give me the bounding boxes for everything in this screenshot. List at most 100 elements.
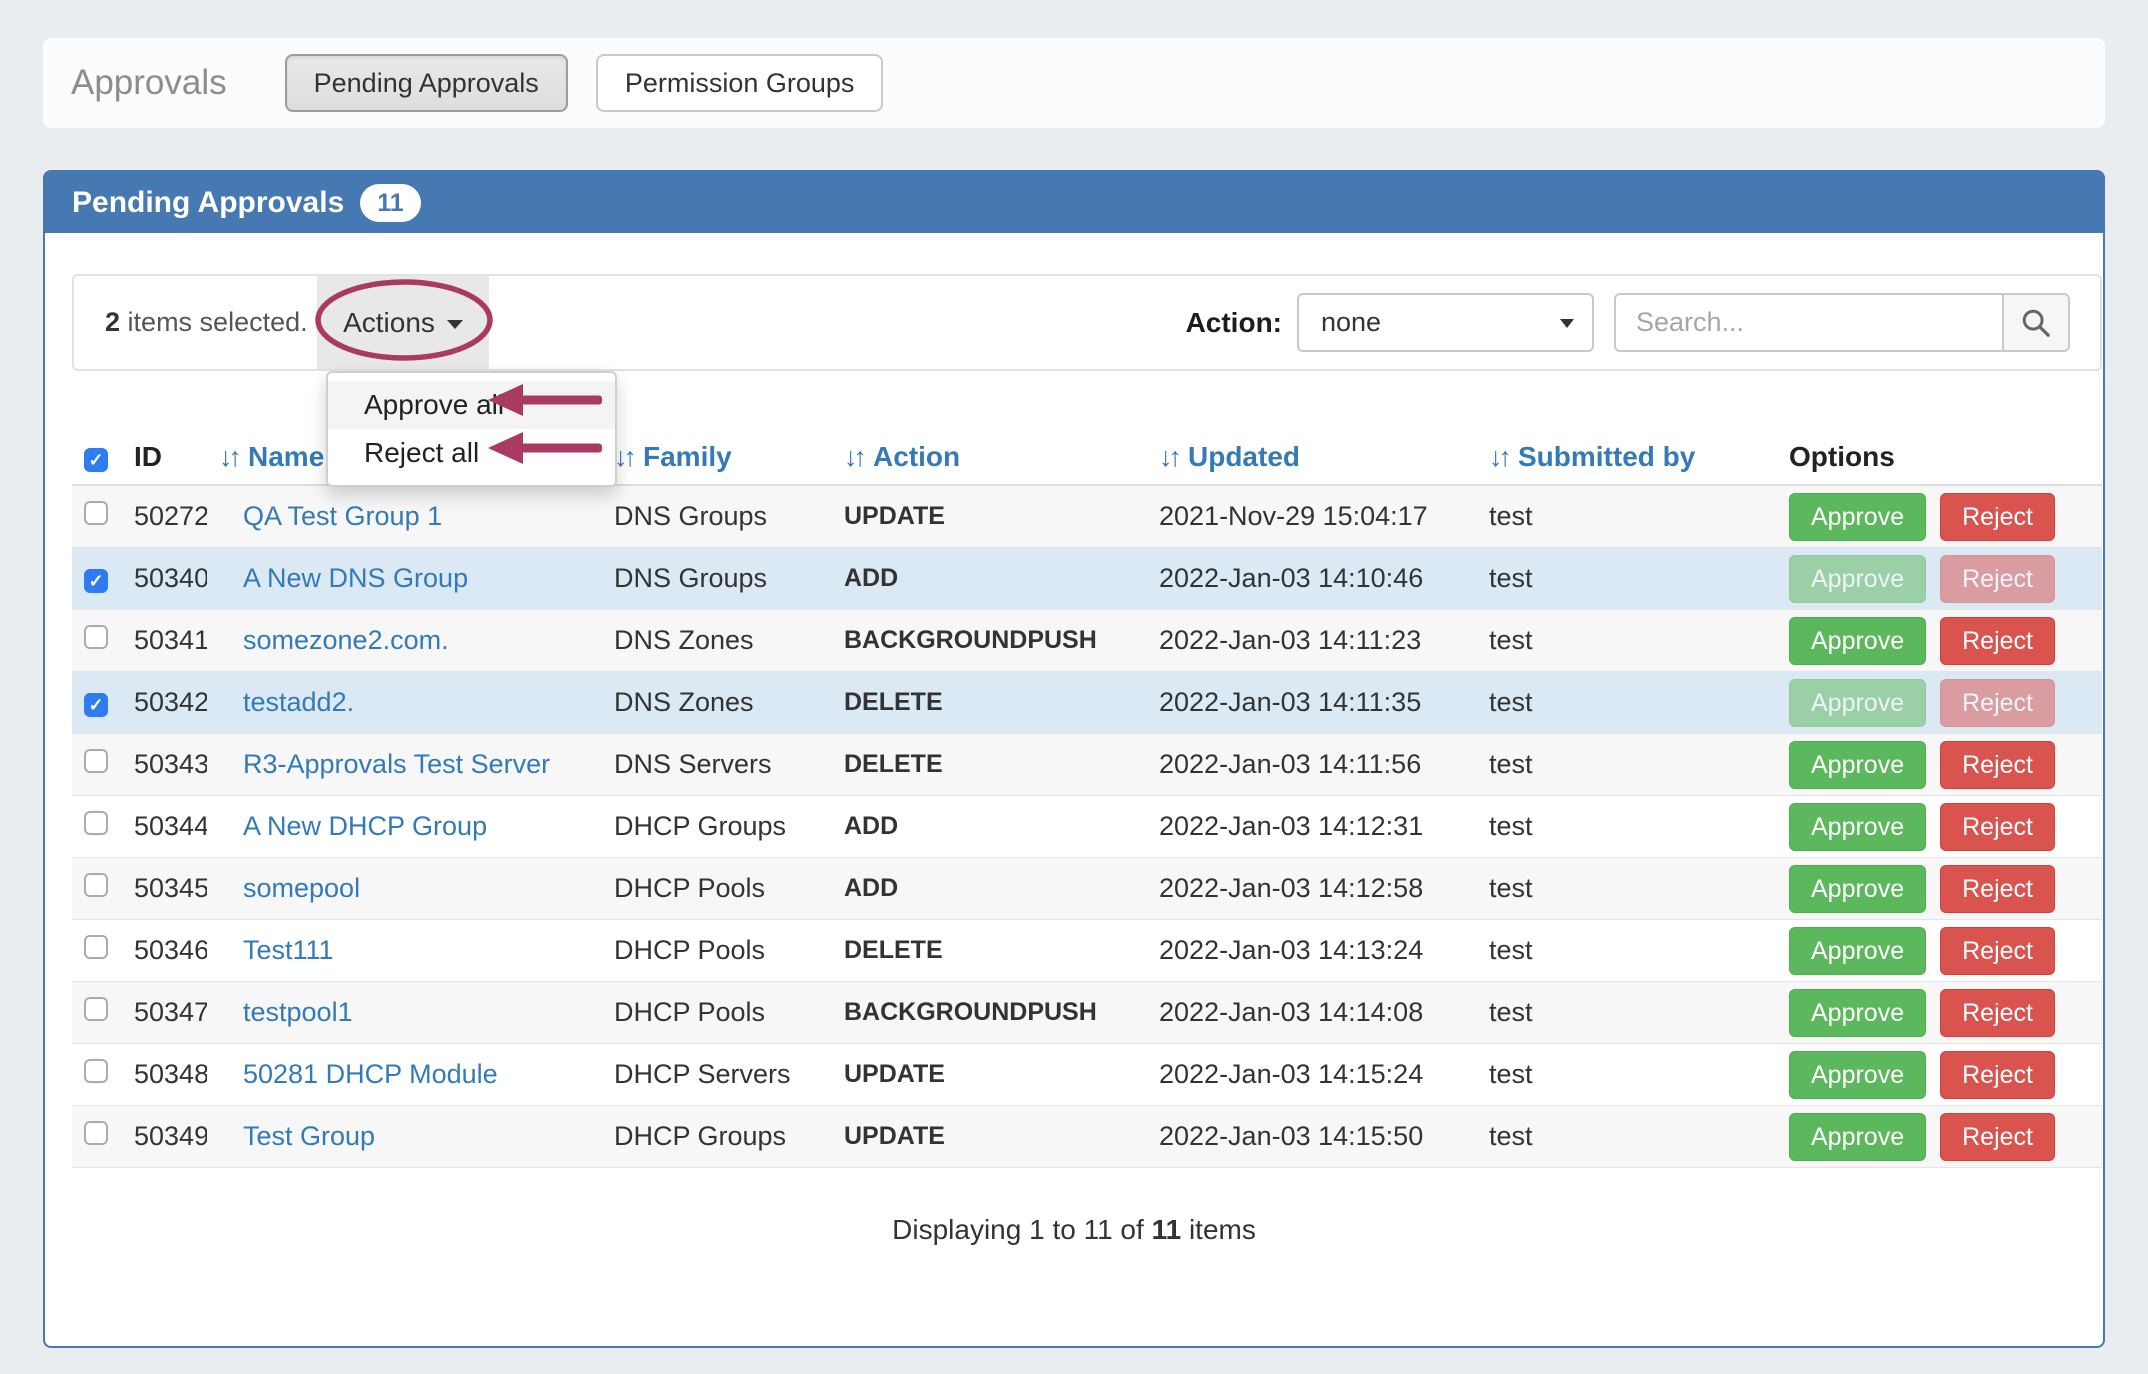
cell-name: Test Group <box>207 1106 602 1168</box>
cell-name: QA Test Group 1 <box>207 485 602 548</box>
item-name-link[interactable]: Test111 <box>243 935 334 965</box>
approve-button[interactable]: Approve <box>1789 989 1926 1037</box>
reject-button[interactable]: Reject <box>1940 617 2055 665</box>
cell-updated: 2022-Jan-03 14:15:24 <box>1147 1044 1477 1106</box>
row-checkbox[interactable] <box>84 811 108 835</box>
column-header-updated[interactable]: ↓↑Updated <box>1147 430 1477 485</box>
cell-options: Approve Reject <box>1777 485 2102 548</box>
table-row: 50347testpool1DHCP PoolsBACKGROUNDPUSH20… <box>72 982 2102 1044</box>
header-select-all-cell <box>72 430 122 485</box>
table-row: 50272QA Test Group 1DNS GroupsUPDATE2021… <box>72 485 2102 548</box>
approve-button[interactable]: Approve <box>1789 1051 1926 1099</box>
pending-count-badge: 11 <box>360 184 420 222</box>
item-name-link[interactable]: A New DNS Group <box>243 563 468 593</box>
cell-family: DHCP Groups <box>602 1106 832 1168</box>
toolbar-right-group: Action: none <box>1186 276 2070 369</box>
approve-button[interactable]: Approve <box>1789 927 1926 975</box>
cell-options: Approve Reject <box>1777 796 2102 858</box>
item-name-link[interactable]: R3-Approvals Test Server <box>243 749 550 779</box>
approve-button[interactable]: Approve <box>1789 865 1926 913</box>
row-checkbox[interactable] <box>84 501 108 525</box>
cell-options: ApproveReject <box>1777 672 2102 734</box>
search-button[interactable] <box>2002 293 2070 352</box>
cell-submitted-by: test <box>1477 485 1777 548</box>
row-checkbox[interactable] <box>84 997 108 1021</box>
cell-options: Approve Reject <box>1777 920 2102 982</box>
item-name-link[interactable]: A New DHCP Group <box>243 811 487 841</box>
sort-icon: ↓↑ <box>844 442 863 472</box>
cell-submitted-by: test <box>1477 610 1777 672</box>
cell-updated: 2022-Jan-03 14:14:08 <box>1147 982 1477 1044</box>
cell-action: UPDATE <box>832 1044 1147 1106</box>
tab-pending-approvals[interactable]: Pending Approvals <box>285 54 568 112</box>
pending-approvals-table: ID↓↑Name↓↑Family↓↑Action↓↑Updated↓↑Submi… <box>72 430 2102 1168</box>
cell-name: testpool1 <box>207 982 602 1044</box>
cell-options: Approve Reject <box>1777 610 2102 672</box>
column-header-id: ID <box>122 430 207 485</box>
menu-item-approve-all[interactable]: Approve all <box>328 381 615 429</box>
cell-updated: 2022-Jan-03 14:13:24 <box>1147 920 1477 982</box>
tab-permission-groups[interactable]: Permission Groups <box>596 54 884 112</box>
item-name-link[interactable]: QA Test Group 1 <box>243 501 442 531</box>
approve-button[interactable]: Approve <box>1789 617 1926 665</box>
cell-options: ApproveReject <box>1777 548 2102 610</box>
reject-button[interactable]: Reject <box>1940 865 2055 913</box>
table-row: 5034850281 DHCP ModuleDHCP ServersUPDATE… <box>72 1044 2102 1106</box>
reject-button[interactable]: Reject <box>1940 493 2055 541</box>
column-header-action[interactable]: ↓↑Action <box>832 430 1147 485</box>
cell-submitted-by: test <box>1477 672 1777 734</box>
reject-button[interactable]: Reject <box>1940 1051 2055 1099</box>
reject-button[interactable]: Reject <box>1940 803 2055 851</box>
cell-family: DNS Servers <box>602 734 832 796</box>
panel-header: Pending Approvals 11 <box>45 172 2103 233</box>
row-checkbox[interactable] <box>84 935 108 959</box>
column-header-submitted-by[interactable]: ↓↑Submitted by <box>1477 430 1777 485</box>
select-all-checkbox[interactable] <box>84 448 108 472</box>
row-checkbox[interactable] <box>84 1121 108 1145</box>
reject-button[interactable]: Reject <box>1940 741 2055 789</box>
column-header-family[interactable]: ↓↑Family <box>602 430 832 485</box>
row-checkbox[interactable] <box>84 749 108 773</box>
item-name-link[interactable]: somepool <box>243 873 360 903</box>
actions-dropdown-button[interactable]: Actions <box>317 276 489 369</box>
cell-submitted-by: test <box>1477 858 1777 920</box>
search-icon <box>2019 306 2053 340</box>
cell-family: DHCP Pools <box>602 982 832 1044</box>
actions-dropdown-menu: Approve allReject all <box>326 371 617 487</box>
cell-updated: 2022-Jan-03 14:12:31 <box>1147 796 1477 858</box>
cell-id: 50345 <box>122 858 207 920</box>
item-name-link[interactable]: Test Group <box>243 1121 375 1151</box>
cell-family: DNS Groups <box>602 485 832 548</box>
item-name-link[interactable]: somezone2.com. <box>243 625 449 655</box>
approve-button[interactable]: Approve <box>1789 803 1926 851</box>
row-checkbox[interactable] <box>84 693 108 717</box>
action-filter-select[interactable]: none <box>1297 293 1594 352</box>
cell-family: DHCP Pools <box>602 920 832 982</box>
cell-options: Approve Reject <box>1777 982 2102 1044</box>
row-checkbox[interactable] <box>84 625 108 649</box>
item-name-link[interactable]: testadd2. <box>243 687 354 717</box>
reject-button[interactable]: Reject <box>1940 989 2055 1037</box>
selected-count: 2 <box>105 307 120 337</box>
cell-updated: 2022-Jan-03 14:11:35 <box>1147 672 1477 734</box>
search-input[interactable] <box>1614 293 2002 352</box>
cell-submitted-by: test <box>1477 548 1777 610</box>
item-name-link[interactable]: 50281 DHCP Module <box>243 1059 498 1089</box>
reject-button[interactable]: Reject <box>1940 927 2055 975</box>
approve-button[interactable]: Approve <box>1789 1113 1926 1161</box>
row-checkbox[interactable] <box>84 569 108 593</box>
menu-item-reject-all[interactable]: Reject all <box>328 429 615 477</box>
selected-items-text: 2 items selected. <box>105 307 308 338</box>
item-name-link[interactable]: testpool1 <box>243 997 353 1027</box>
cell-updated: 2021-Nov-29 15:04:17 <box>1147 485 1477 548</box>
row-checkbox[interactable] <box>84 1059 108 1083</box>
cell-updated: 2022-Jan-03 14:15:50 <box>1147 1106 1477 1168</box>
reject-button[interactable]: Reject <box>1940 1113 2055 1161</box>
approve-button[interactable]: Approve <box>1789 741 1926 789</box>
cell-family: DHCP Groups <box>602 796 832 858</box>
cell-name: 50281 DHCP Module <box>207 1044 602 1106</box>
approve-button: Approve <box>1789 555 1926 603</box>
cell-family: DHCP Pools <box>602 858 832 920</box>
row-checkbox[interactable] <box>84 873 108 897</box>
approve-button[interactable]: Approve <box>1789 493 1926 541</box>
